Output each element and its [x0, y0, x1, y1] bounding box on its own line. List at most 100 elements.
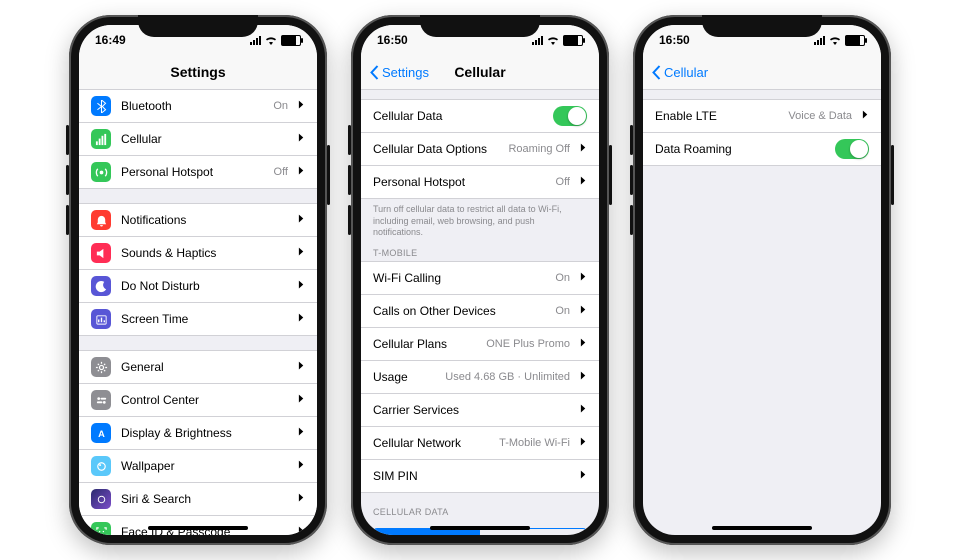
page-title: Settings [170, 64, 225, 80]
chevron-right-icon [298, 132, 305, 146]
row-label: Notifications [121, 213, 288, 227]
chevron-right-icon [298, 459, 305, 473]
notifications-icon [91, 210, 111, 230]
hotspot-icon [91, 162, 111, 182]
row-label: Cellular Data [373, 109, 543, 123]
chevron-right-icon [580, 370, 587, 384]
footer-note: Turn off cellular data to restrict all d… [361, 199, 599, 244]
sounds-icon [91, 243, 111, 263]
back-button[interactable]: Settings [369, 65, 429, 80]
row-wallpaper[interactable]: Wallpaper [79, 450, 317, 483]
nav-bar: Cellular [643, 55, 881, 90]
chevron-right-icon [298, 312, 305, 326]
notch [702, 15, 822, 37]
chevron-right-icon [580, 304, 587, 318]
row-label: Display & Brightness [121, 426, 288, 440]
faceid-icon [91, 522, 111, 535]
home-indicator[interactable] [148, 526, 248, 530]
status-time: 16:50 [377, 33, 408, 47]
chevron-right-icon [298, 99, 305, 113]
row-data-roaming[interactable]: Data Roaming [643, 133, 881, 166]
row-calls-other[interactable]: Calls on Other Devices On [361, 295, 599, 328]
chevron-right-icon [580, 271, 587, 285]
row-usage[interactable]: Usage Used 4.68 GB · Unlimited [361, 361, 599, 394]
row-value: T-Mobile Wi-Fi [499, 437, 570, 449]
dnd-icon [91, 276, 111, 296]
row-label: Sounds & Haptics [121, 246, 288, 260]
phone-data-options: 16:50 Cellular Enable LTE Voice & Data [633, 15, 891, 545]
row-notifications[interactable]: Notifications [79, 203, 317, 237]
toggle-cellular-data[interactable] [553, 106, 587, 126]
svg-text:A: A [98, 429, 105, 439]
row-value: On [273, 100, 288, 112]
row-hotspot[interactable]: Personal Hotspot Off [361, 166, 599, 199]
row-label: Do Not Disturb [121, 279, 288, 293]
row-enable-lte[interactable]: Enable LTE Voice & Data [643, 99, 881, 133]
row-bluetooth[interactable]: Bluetooth On [79, 89, 317, 123]
page-title: Cellular [454, 64, 505, 80]
row-siri[interactable]: Siri & Search [79, 483, 317, 516]
row-general[interactable]: General [79, 350, 317, 384]
row-sounds[interactable]: Sounds & Haptics [79, 237, 317, 270]
back-label: Settings [382, 65, 429, 80]
chevron-right-icon [298, 393, 305, 407]
wifi-icon [829, 36, 841, 45]
row-cellular-data[interactable]: Cellular Data [361, 99, 599, 133]
phone-cellular: 16:50 Settings Cellular Cellular Data [351, 15, 609, 545]
row-sim-pin[interactable]: SIM PIN [361, 460, 599, 493]
chevron-right-icon [580, 142, 587, 156]
row-screentime[interactable]: Screen Time [79, 303, 317, 336]
row-display[interactable]: A Display & Brightness [79, 417, 317, 450]
wifi-icon [547, 36, 559, 45]
chevron-right-icon [298, 360, 305, 374]
chevron-right-icon [580, 337, 587, 351]
row-label: Siri & Search [121, 492, 288, 506]
row-value: Voice & Data [788, 110, 852, 122]
row-label: Calls on Other Devices [373, 304, 545, 318]
battery-icon [563, 35, 583, 46]
nav-bar: Settings [79, 55, 317, 90]
row-label: General [121, 360, 288, 374]
display-icon: A [91, 423, 111, 443]
row-carrier-services[interactable]: Carrier Services [361, 394, 599, 427]
row-label: SIM PIN [373, 469, 570, 483]
notch [420, 15, 540, 37]
row-hotspot[interactable]: Personal Hotspot Off [79, 156, 317, 189]
row-plans[interactable]: Cellular Plans ONE Plus Promo [361, 328, 599, 361]
battery-icon [845, 35, 865, 46]
row-cellular-network[interactable]: Cellular Network T-Mobile Wi-Fi [361, 427, 599, 460]
battery-icon [281, 35, 301, 46]
back-button[interactable]: Cellular [651, 65, 708, 80]
row-data-options[interactable]: Cellular Data Options Roaming Off [361, 133, 599, 166]
home-indicator[interactable] [712, 526, 812, 530]
row-label: Control Center [121, 393, 288, 407]
chevron-left-icon [369, 65, 380, 80]
row-cellular[interactable]: Cellular [79, 123, 317, 156]
phone-settings: 16:49 Settings Bluetooth On [69, 15, 327, 545]
row-label: Bluetooth [121, 99, 263, 113]
chevron-right-icon [298, 213, 305, 227]
row-label: Cellular Plans [373, 337, 476, 351]
nav-bar: Settings Cellular [361, 55, 599, 90]
row-wifi-calling[interactable]: Wi-Fi Calling On [361, 261, 599, 295]
row-label: Carrier Services [373, 403, 570, 417]
chevron-right-icon [298, 246, 305, 260]
row-label: Cellular Data Options [373, 142, 498, 156]
home-indicator[interactable] [430, 526, 530, 530]
back-label: Cellular [664, 65, 708, 80]
bluetooth-icon [91, 96, 111, 116]
row-control-center[interactable]: Control Center [79, 384, 317, 417]
row-dnd[interactable]: Do Not Disturb [79, 270, 317, 303]
chevron-right-icon [298, 165, 305, 179]
chevron-right-icon [298, 279, 305, 293]
row-label: Personal Hotspot [121, 165, 264, 179]
toggle-data-roaming[interactable] [835, 139, 869, 159]
section-header-cellular-data: CELLULAR DATA [361, 503, 599, 520]
general-icon [91, 357, 111, 377]
row-value: Off [274, 166, 288, 178]
chevron-right-icon [580, 436, 587, 450]
status-time: 16:49 [95, 33, 126, 47]
chevron-right-icon [298, 525, 305, 535]
row-value: Used 4.68 GB · Unlimited [445, 371, 570, 383]
row-value: On [555, 305, 570, 317]
